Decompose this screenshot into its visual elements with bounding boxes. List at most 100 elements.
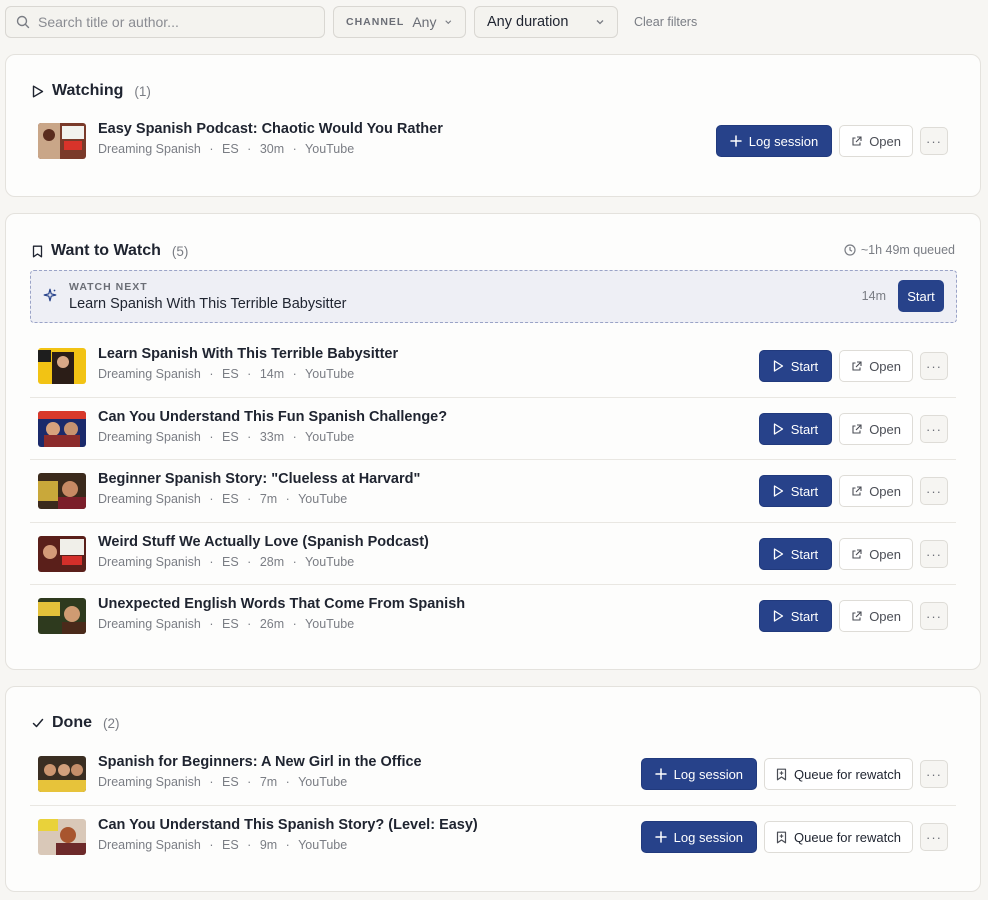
list-item: Weird Stuff We Actually Love (Spanish Po…: [30, 522, 956, 584]
video-thumbnail: [38, 473, 86, 509]
row-actions: Start Open ···: [758, 475, 948, 507]
video-thumbnail: [38, 756, 86, 792]
row-actions: Start Open ···: [758, 413, 948, 445]
separator: ·: [292, 555, 297, 569]
separator: ·: [247, 617, 252, 631]
start-button[interactable]: Start: [758, 600, 833, 632]
play-icon: [773, 360, 783, 372]
button-label: Open: [869, 483, 901, 499]
queued-label: ~1h 49m queued: [860, 243, 955, 257]
more-icon: ···: [926, 829, 942, 845]
more-button[interactable]: ···: [920, 352, 948, 380]
more-button[interactable]: ···: [920, 415, 948, 443]
log-session-button[interactable]: Log session: [715, 125, 833, 157]
more-icon: ···: [926, 766, 942, 782]
clear-filters-link[interactable]: Clear filters: [634, 15, 697, 29]
chevron-down-icon: [445, 20, 452, 25]
duration: 14m: [259, 367, 285, 381]
open-button[interactable]: Open: [839, 413, 913, 445]
duration: 30m: [259, 142, 285, 156]
video-meta: Dreaming Spanish · ES · 14m · YouTube: [98, 367, 354, 381]
video-thumbnail: [38, 819, 86, 855]
separator: ·: [209, 838, 214, 852]
start-button[interactable]: Start: [758, 350, 833, 382]
more-button[interactable]: ···: [920, 477, 948, 505]
video-meta: Dreaming Spanish · ES · 7m · YouTube: [98, 775, 347, 789]
more-button[interactable]: ···: [920, 127, 948, 155]
source: YouTube: [305, 555, 355, 569]
button-label: Start: [790, 608, 819, 624]
open-button[interactable]: Open: [839, 600, 913, 632]
separator: ·: [292, 367, 297, 381]
button-label: Start: [790, 483, 819, 499]
watch-next-label: WATCH NEXT: [69, 281, 148, 293]
duration: 33m: [259, 430, 285, 444]
video-thumbnail: [38, 348, 86, 384]
bookmark-plus-icon: [776, 831, 787, 843]
more-button[interactable]: ···: [920, 823, 948, 851]
channel-name: Dreaming Spanish: [98, 617, 201, 631]
video-meta: Dreaming Spanish · ES · 33m · YouTube: [98, 430, 354, 444]
video-title[interactable]: Can You Understand This Fun Spanish Chal…: [98, 409, 447, 425]
video-title[interactable]: Easy Spanish Podcast: Chaotic Would You …: [98, 121, 443, 137]
watch-next-title[interactable]: Learn Spanish With This Terrible Babysit…: [69, 296, 347, 312]
search-input[interactable]: [38, 14, 308, 30]
video-title[interactable]: Spanish for Beginners: A New Girl in the…: [98, 754, 422, 770]
channel-name: Dreaming Spanish: [98, 142, 201, 156]
video-title[interactable]: Can You Understand This Spanish Story? (…: [98, 817, 478, 833]
more-button[interactable]: ···: [920, 760, 948, 788]
video-title[interactable]: Weird Stuff We Actually Love (Spanish Po…: [98, 534, 429, 550]
language: ES: [221, 617, 239, 631]
open-button[interactable]: Open: [839, 125, 913, 157]
source: YouTube: [305, 367, 355, 381]
video-title[interactable]: Learn Spanish With This Terrible Babysit…: [98, 346, 398, 362]
start-button[interactable]: Start: [758, 475, 833, 507]
separator: ·: [247, 838, 252, 852]
video-thumbnail: [38, 536, 86, 572]
want-to-watch-section: Want to Watch (5) ~1h 49m queued WATCH N…: [5, 213, 981, 670]
open-button[interactable]: Open: [839, 350, 913, 382]
open-button[interactable]: Open: [839, 475, 913, 507]
queue-rewatch-button[interactable]: Queue for rewatch: [764, 758, 913, 790]
more-button[interactable]: ···: [920, 540, 948, 568]
separator: ·: [209, 492, 214, 506]
play-icon: [773, 423, 783, 435]
duration-select[interactable]: Any duration: [474, 6, 618, 38]
watch-next-start-button[interactable]: Start: [898, 280, 944, 312]
separator: ·: [209, 617, 214, 631]
list-item: Spanish for Beginners: A New Girl in the…: [30, 743, 956, 805]
separator: ·: [209, 142, 214, 156]
channel-select[interactable]: CHANNEL Any: [333, 6, 466, 38]
button-label: Open: [869, 546, 901, 562]
button-label: Open: [869, 421, 901, 437]
button-label: Queue for rewatch: [794, 829, 901, 845]
external-link-icon: [852, 135, 862, 146]
button-label: Start: [790, 421, 819, 437]
row-actions: Log session Queue for rewatch ···: [640, 758, 948, 790]
separator: ·: [247, 775, 252, 789]
external-link-icon: [852, 485, 862, 496]
separator: ·: [209, 555, 214, 569]
language: ES: [221, 492, 239, 506]
video-title[interactable]: Beginner Spanish Story: "Clueless at Har…: [98, 471, 420, 487]
start-button[interactable]: Start: [758, 413, 833, 445]
duration: 26m: [259, 617, 285, 631]
video-title[interactable]: Unexpected English Words That Come From …: [98, 596, 465, 612]
external-link-icon: [852, 548, 862, 559]
separator: ·: [285, 492, 290, 506]
done-section: Done (2) Spanish for Beginners: A New Gi…: [5, 686, 981, 892]
row-actions: Start Open ···: [758, 538, 948, 570]
search-box[interactable]: [5, 6, 325, 38]
open-button[interactable]: Open: [839, 538, 913, 570]
start-button[interactable]: Start: [758, 538, 833, 570]
queue-rewatch-button[interactable]: Queue for rewatch: [764, 821, 913, 853]
separator: ·: [247, 555, 252, 569]
section-count: (2): [103, 715, 120, 731]
row-actions: Log session Open ···: [715, 125, 948, 157]
row-actions: Start Open ···: [758, 600, 948, 632]
more-icon: ···: [926, 133, 942, 149]
log-session-button[interactable]: Log session: [640, 758, 758, 790]
log-session-button[interactable]: Log session: [640, 821, 758, 853]
bookmark-plus-icon: [776, 768, 787, 780]
more-button[interactable]: ···: [920, 602, 948, 630]
